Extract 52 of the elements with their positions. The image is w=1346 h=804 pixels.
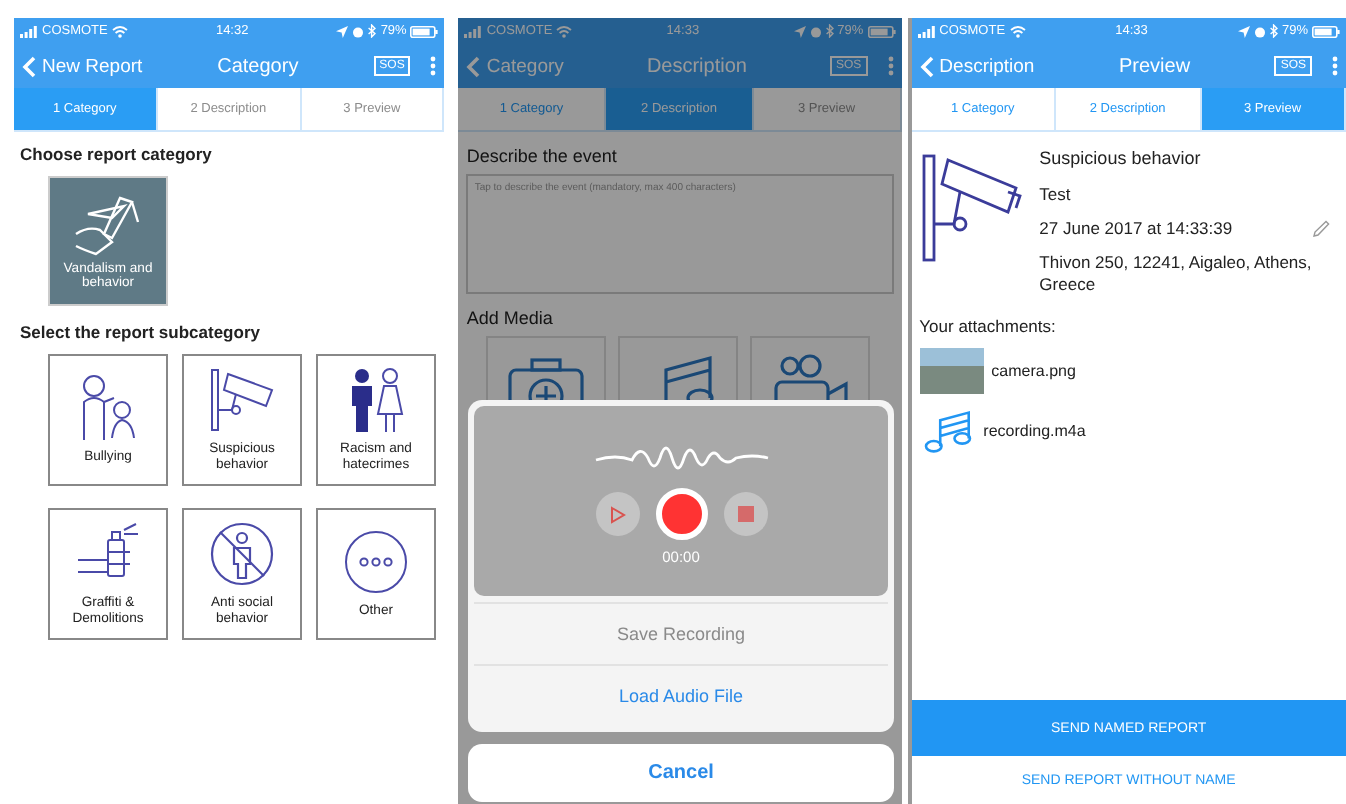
- battery-icon: [1312, 25, 1340, 37]
- signal-icon: [20, 25, 38, 37]
- bluetooth-icon: [1269, 24, 1278, 38]
- wifi-icon: [111, 25, 128, 37]
- menu-icon[interactable]: [1331, 56, 1338, 76]
- battery-icon: [867, 25, 896, 37]
- wifi-icon: [556, 25, 573, 37]
- screen-title: Category: [217, 55, 299, 77]
- location-icon: [1237, 25, 1250, 37]
- screen-title: Preview: [1118, 55, 1191, 77]
- play-icon: [609, 505, 625, 523]
- attachment-name[interactable]: recording.m4a: [983, 422, 1086, 441]
- music-note-icon: [919, 409, 976, 454]
- section-heading: Select the report subcategory: [20, 322, 262, 342]
- menu-icon[interactable]: [430, 56, 437, 76]
- sheet-action[interactable]: Load Audio File: [474, 664, 888, 726]
- report-address: Thivon 250, 12241, Aigaleo, Athens, Greece: [1039, 251, 1314, 296]
- vandal-hand-icon: [72, 193, 144, 257]
- wifi-icon: [1009, 25, 1026, 37]
- report-description: Test: [1039, 183, 1073, 206]
- play-button[interactable]: [595, 492, 639, 536]
- stop-icon: [737, 506, 753, 522]
- pencil-icon[interactable]: [1312, 219, 1330, 238]
- report-date: 27 June 2017 at 14:33:39: [1039, 217, 1233, 240]
- bluetooth-icon: [368, 24, 377, 38]
- chevron-left-icon: [919, 55, 934, 77]
- cancel-button[interactable]: Cancel: [468, 744, 894, 802]
- battery-icon: [410, 25, 439, 37]
- record-button[interactable]: [655, 488, 707, 540]
- photo-placeholder: [919, 347, 984, 394]
- screen-title: Description: [646, 55, 747, 77]
- attachment-name[interactable]: camera.png: [991, 361, 1076, 380]
- stop-button[interactable]: [723, 492, 767, 536]
- back-button[interactable]: Category: [466, 55, 564, 77]
- signal-icon: [464, 25, 483, 37]
- menu-icon[interactable]: [887, 56, 894, 76]
- security-camera-icon: [208, 365, 276, 434]
- more-icon: [342, 527, 410, 596]
- signal-icon: [917, 25, 936, 37]
- section-heading: Describe the event: [466, 146, 619, 166]
- bluetooth-icon: [825, 24, 834, 38]
- back-button[interactable]: Description: [919, 55, 1035, 77]
- report-title: Suspicious behavior: [1039, 148, 1203, 172]
- section-heading: Choose report category: [20, 144, 214, 164]
- attachments-heading: Your attachments:: [919, 315, 1058, 336]
- back-button[interactable]: New Report: [22, 55, 143, 77]
- location-icon: [336, 25, 349, 37]
- location-icon: [793, 25, 806, 37]
- section-heading: Add Media: [466, 308, 555, 328]
- prohibited-person-icon: [208, 519, 276, 588]
- chevron-left-icon: [22, 55, 36, 77]
- chevron-left-icon: [466, 55, 481, 77]
